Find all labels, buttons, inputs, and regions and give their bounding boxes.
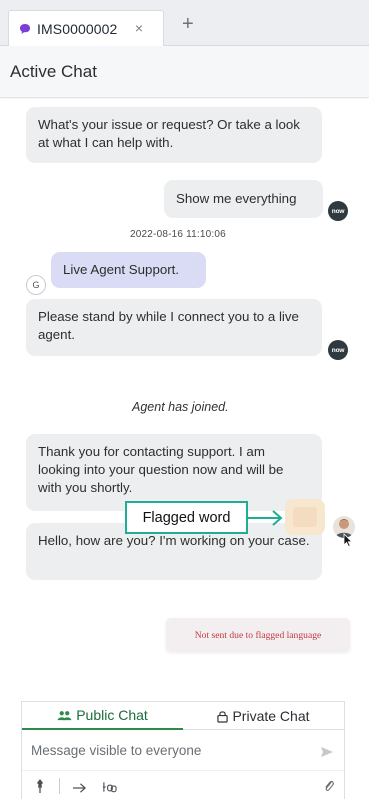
- lock-icon: [217, 710, 229, 723]
- message-text: Show me everything: [176, 191, 297, 206]
- chat-bubble-icon: [20, 23, 30, 34]
- message-text: Please stand by while I connect you to a…: [38, 309, 299, 342]
- agent-message: Thank you for contacting support. I am l…: [26, 434, 322, 511]
- chat-header: Active Chat: [0, 46, 369, 98]
- tab-private-chat[interactable]: Private Chat: [183, 702, 344, 730]
- tab-label: Private Chat: [232, 708, 310, 724]
- composer-tabs: Public Chat Private Chat: [22, 702, 344, 730]
- send-icon[interactable]: [320, 746, 334, 758]
- users-icon: [57, 710, 72, 720]
- now-avatar: now: [328, 340, 348, 360]
- page-title: Active Chat: [10, 61, 97, 81]
- not-sent-notice: Not sent due to flagged language: [166, 618, 350, 652]
- message-text: Live Agent Support.: [63, 262, 180, 277]
- link-icon[interactable]: [102, 779, 117, 795]
- redacted-block: [293, 507, 317, 527]
- message-timestamp: 2022-08-16 11:10:06: [130, 229, 226, 240]
- mouse-pointer-icon: [343, 533, 353, 547]
- notice-text: Not sent due to flagged language: [194, 629, 322, 641]
- live-agent-support-message: Live Agent Support.: [51, 252, 206, 288]
- toolbar-divider: [59, 778, 60, 794]
- tab-public-chat[interactable]: Public Chat: [22, 702, 183, 730]
- bot-message: What's your issue or request? Or take a …: [26, 107, 322, 163]
- message-text: Thank you for contacting support. I am l…: [38, 444, 284, 495]
- tab-ims0000002[interactable]: IMS0000002 ×: [8, 10, 164, 46]
- guest-avatar: G: [26, 275, 46, 295]
- paperclip-icon[interactable]: [323, 778, 334, 794]
- tab-label: IMS0000002: [37, 20, 118, 37]
- message-input[interactable]: [22, 730, 344, 770]
- callout-label: Flagged word: [142, 509, 231, 526]
- agent-joined-notice: Agent has joined.: [132, 400, 229, 414]
- flagged-message-bubble: [285, 499, 325, 535]
- tab-label: Public Chat: [76, 707, 148, 723]
- tab-strip: IMS0000002 × +: [0, 0, 369, 46]
- message-text: Hello, how are you? I'm working on your …: [38, 533, 310, 548]
- user-message: Show me everything: [164, 180, 323, 218]
- arrow-right-icon: [248, 510, 283, 526]
- tab-close-button[interactable]: ×: [135, 20, 143, 36]
- message-text: What's your issue or request? Or take a …: [38, 117, 300, 150]
- now-avatar: now: [328, 201, 348, 221]
- add-tab-button[interactable]: +: [182, 14, 194, 34]
- arrow-right-icon[interactable]: [72, 780, 87, 796]
- flagged-word-callout: Flagged word: [125, 501, 248, 534]
- bot-message: Please stand by while I connect you to a…: [26, 299, 322, 356]
- chat-transcript[interactable]: What's your issue or request? Or take a …: [0, 99, 369, 689]
- composer-toolbar: [22, 770, 344, 799]
- pin-icon[interactable]: [34, 778, 46, 794]
- message-composer: Public Chat Private Chat: [21, 701, 345, 799]
